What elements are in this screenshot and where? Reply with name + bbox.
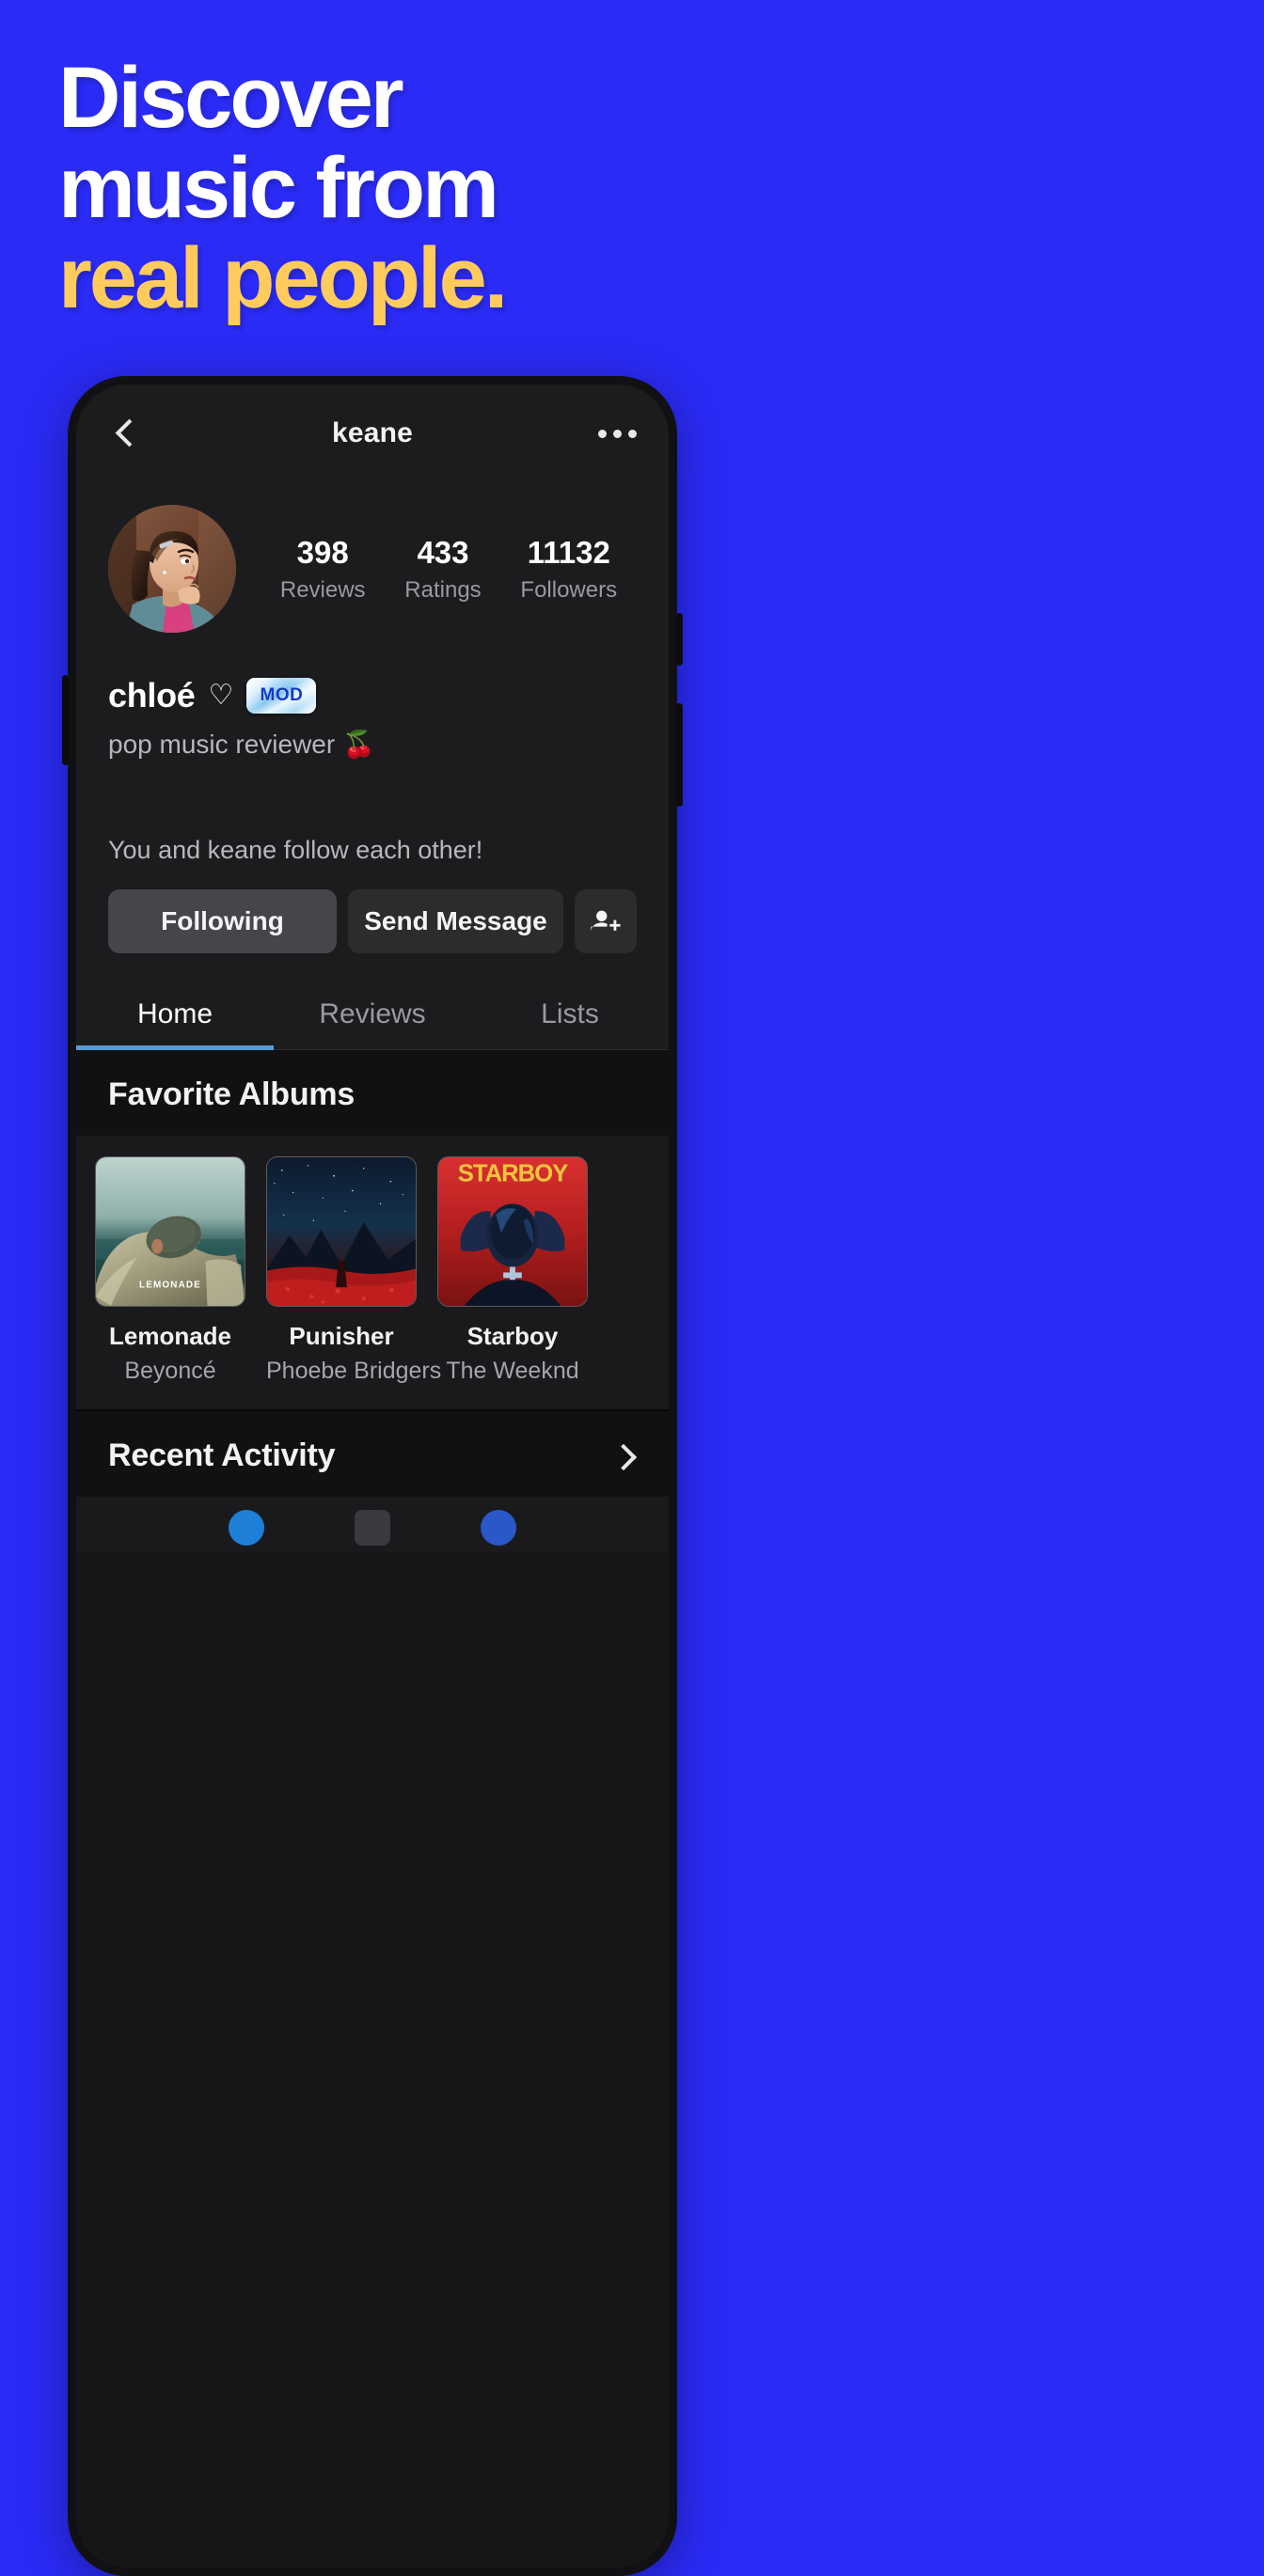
tab-home[interactable]: Home xyxy=(76,982,274,1050)
stat-value: 433 xyxy=(417,534,469,570)
stat-reviews[interactable]: 398 Reviews xyxy=(280,534,366,605)
recent-activity-preview xyxy=(76,1497,669,1553)
activity-avatar xyxy=(481,1510,516,1546)
stat-label: Ratings xyxy=(404,576,482,603)
section-title: Recent Activity xyxy=(108,1437,336,1473)
phone-volume-button xyxy=(62,675,69,765)
favorite-albums-band: LEMONADE Lemonade Beyoncé Punisher Phoeb… xyxy=(76,1136,669,1409)
username-row: chloé ♡ MOD xyxy=(76,633,669,715)
activity-thumb xyxy=(355,1510,390,1546)
stat-ratings[interactable]: 433 Ratings xyxy=(404,534,481,605)
headline-line-2: music from xyxy=(58,140,499,236)
send-message-button[interactable]: Send Message xyxy=(347,889,563,953)
tab-lists[interactable]: Lists xyxy=(471,982,669,1049)
profile-tabs: Home Reviews Lists xyxy=(76,982,669,1050)
moderator-badge-label: MOD xyxy=(260,685,304,705)
phone-mute-switch xyxy=(676,613,683,666)
activity-avatar xyxy=(229,1510,264,1546)
page-title: keane xyxy=(331,417,414,448)
stat-followers[interactable]: 11132 Followers xyxy=(520,534,617,605)
profile-section: 398 Reviews 433 Ratings 11132 Followers … xyxy=(76,482,669,982)
following-button[interactable]: Following xyxy=(108,889,337,953)
profile-bio: pop music reviewer 🍒 xyxy=(108,730,375,759)
svg-text:LEMONADE: LEMONADE xyxy=(139,1280,201,1290)
overflow-menu-icon[interactable] xyxy=(598,429,637,438)
stat-value: 11132 xyxy=(527,534,610,570)
phone-screen: keane 398 Reviews 433 Ratings 11132 Foll… xyxy=(76,385,669,2568)
stat-value: 398 xyxy=(296,534,349,570)
stat-label: Reviews xyxy=(279,576,366,603)
avatar[interactable] xyxy=(108,505,236,633)
phone-mockup: keane 398 Reviews 433 Ratings 11132 Foll… xyxy=(62,376,683,2576)
favorite-albums-list[interactable]: LEMONADE Lemonade Beyoncé Punisher Phoeb… xyxy=(76,1156,669,1385)
album-cover-punisher[interactable] xyxy=(266,1156,417,1307)
profile-actions: Following Send Message xyxy=(76,865,669,982)
chevron-left-icon[interactable] xyxy=(108,417,140,449)
display-name: chloé xyxy=(108,676,196,715)
album-card[interactable]: Punisher Phoebe Bridgers xyxy=(266,1156,442,1385)
headline-line-1: Discover xyxy=(58,50,404,146)
album-artist: Phoebe Bridgers xyxy=(266,1358,442,1384)
heart-icon: ♡ xyxy=(208,680,234,711)
stats-group: 398 Reviews 433 Ratings 11132 Followers xyxy=(236,534,637,605)
moderator-badge: MOD xyxy=(246,678,317,714)
album-title: Starboy xyxy=(466,1322,559,1350)
mutual-follow-text: You and keane follow each other! xyxy=(108,836,483,864)
favorite-albums-header: Favorite Albums xyxy=(76,1050,669,1136)
recent-activity-header[interactable]: Recent Activity xyxy=(76,1411,669,1497)
album-cover-starboy[interactable]: STARBOY xyxy=(437,1156,588,1307)
add-person-icon[interactable] xyxy=(575,889,637,953)
profile-stats-row: 398 Reviews 433 Ratings 11132 Followers xyxy=(76,482,669,633)
marketing-headline: Discover music from real people. xyxy=(58,53,905,323)
stat-label: Followers xyxy=(520,576,618,603)
tab-reviews[interactable]: Reviews xyxy=(274,982,471,1049)
album-artist: Beyoncé xyxy=(124,1358,216,1384)
phone-power-button xyxy=(676,703,683,807)
album-card[interactable]: STARBOY Starboy The Weeknd xyxy=(437,1156,588,1385)
album-cover-lemonade[interactable]: LEMONADE xyxy=(95,1156,245,1307)
album-artist: The Weeknd xyxy=(446,1358,579,1384)
svg-text:STARBOY: STARBOY xyxy=(458,1161,568,1187)
album-title: Punisher xyxy=(289,1322,394,1350)
headline-accent-line: real people. xyxy=(58,230,508,326)
album-title: Lemonade xyxy=(108,1322,232,1350)
app-header: keane xyxy=(76,385,669,482)
section-title: Favorite Albums xyxy=(108,1076,356,1112)
album-card[interactable]: LEMONADE Lemonade Beyoncé xyxy=(95,1156,245,1385)
tab-content: Favorite Albums LEMONADE Lemonade Beyonc… xyxy=(76,1050,669,1553)
chevron-right-icon[interactable] xyxy=(612,1444,637,1469)
